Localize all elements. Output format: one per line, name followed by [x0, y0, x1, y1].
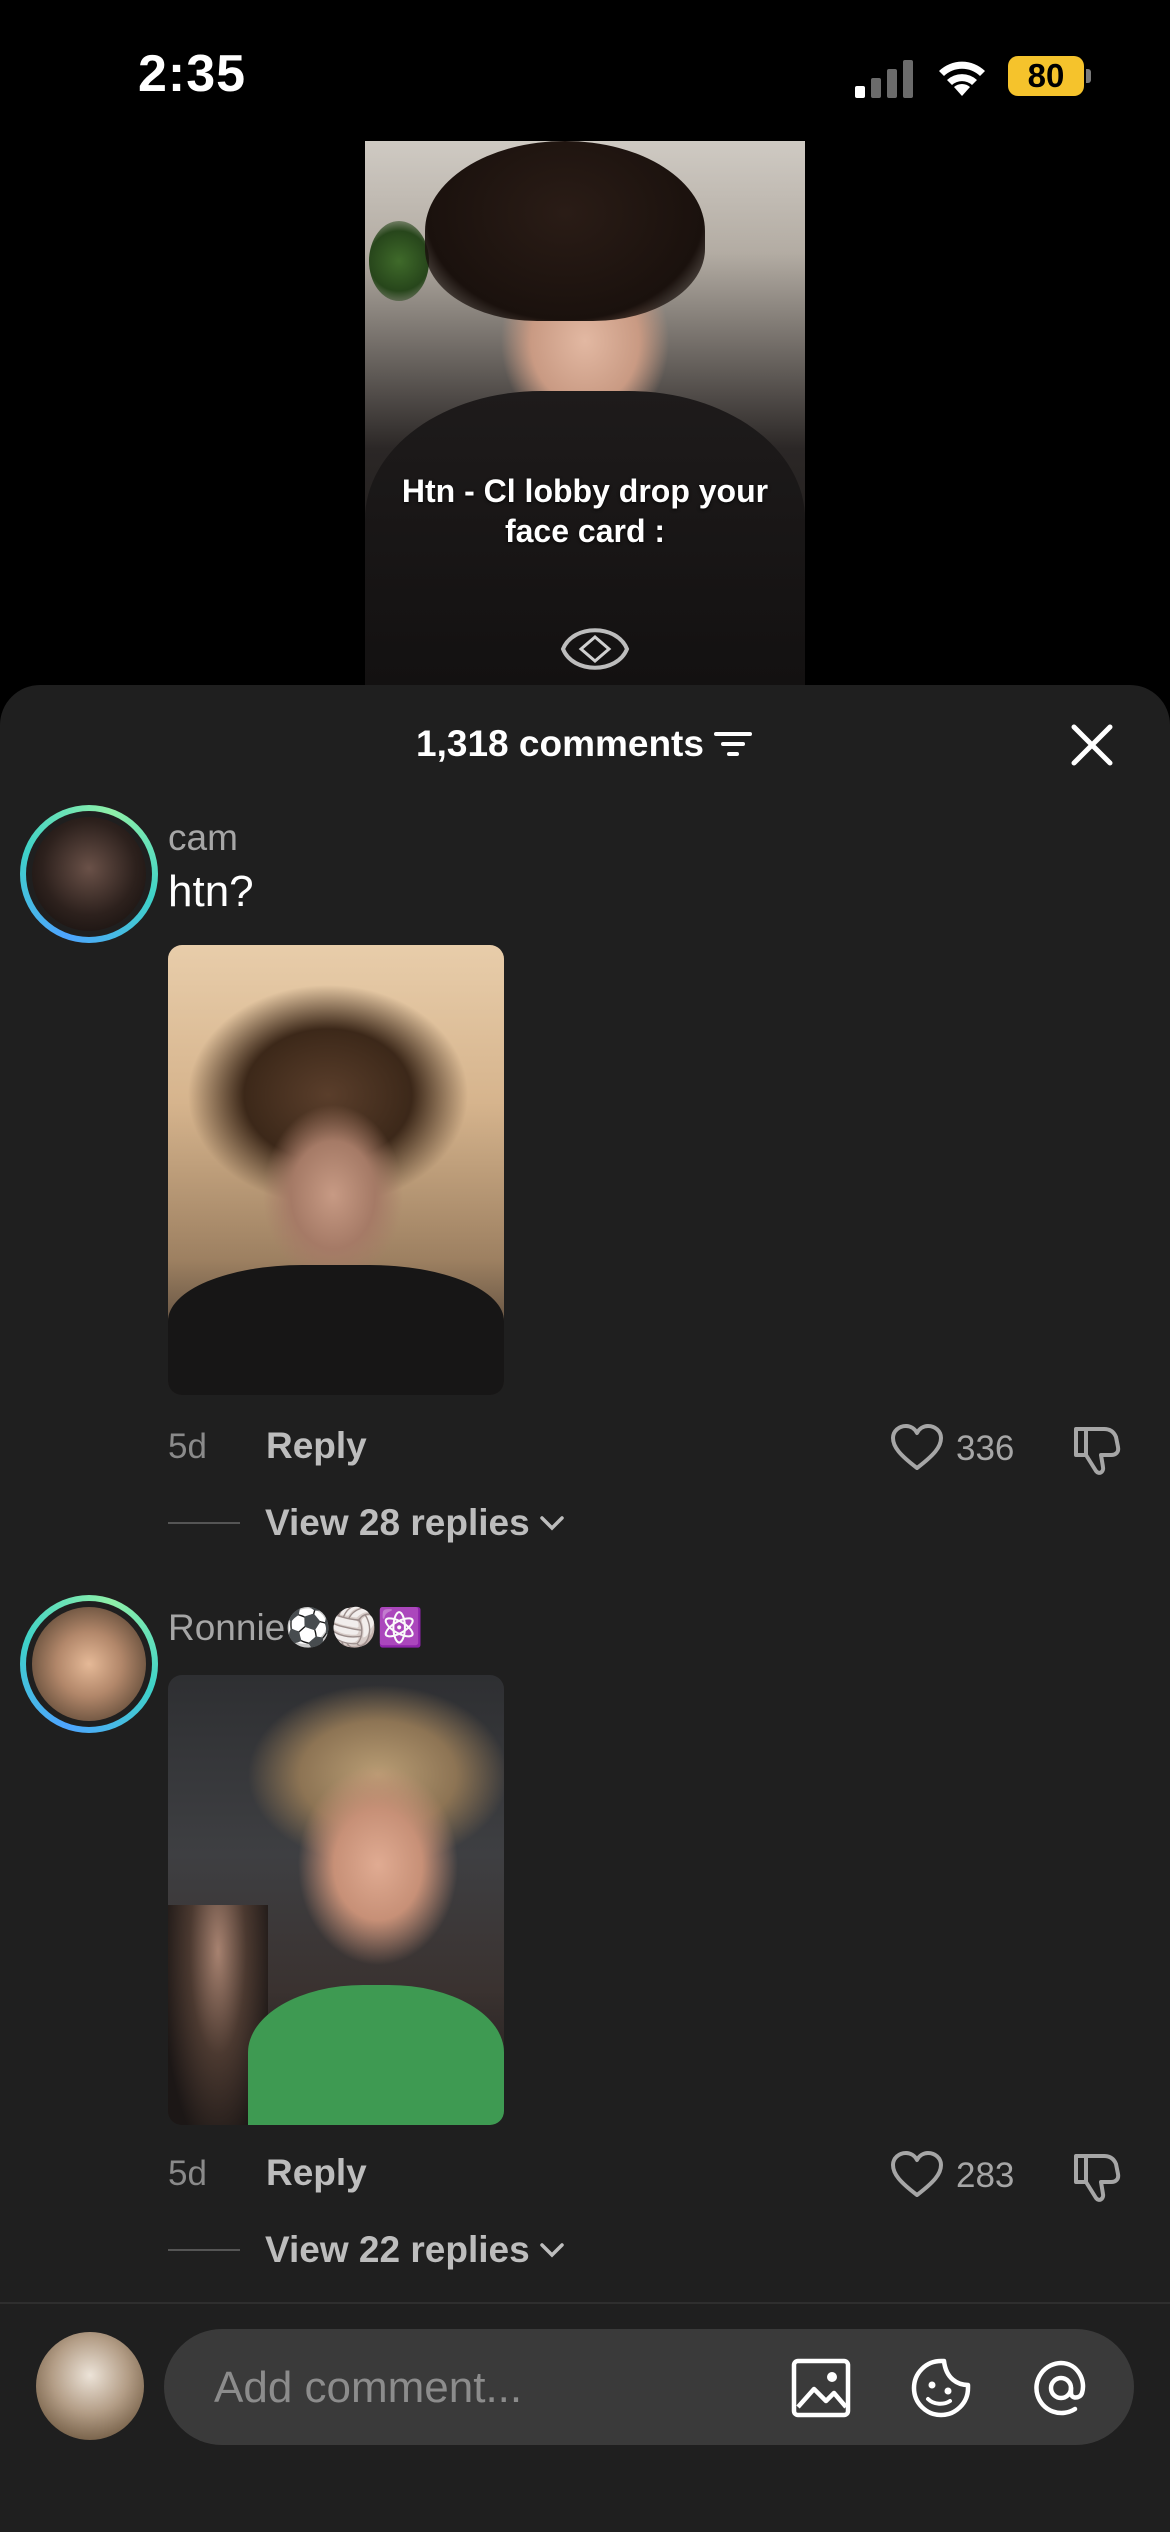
- image-icon[interactable]: [790, 2357, 852, 2419]
- thumbs-down-icon[interactable]: [1070, 2150, 1126, 2204]
- battery-level: 80: [1027, 57, 1065, 94]
- comment-item: Ronnie⚽🏐⚛️ 5d Reply 283 View 22 replies: [0, 1595, 1170, 2295]
- video-preview[interactable]: Htn - Cl lobby drop your face card :: [365, 141, 805, 701]
- battery-indicator: 80: [1008, 56, 1091, 96]
- comment-item: cam htn? 5d Reply 336 View 28 replies: [0, 805, 1170, 1543]
- sticker-icon[interactable]: [910, 2357, 972, 2419]
- comment-count-label: 1,318 comments: [416, 723, 704, 764]
- like-count: 283: [956, 2156, 1015, 2195]
- tiktok-comments-screen: 2:35 80 Htn - Cl lobby drop your face ca…: [0, 0, 1170, 2532]
- mention-icon[interactable]: [1030, 2357, 1092, 2419]
- heart-icon[interactable]: [890, 1423, 944, 1473]
- like-count: 336: [956, 1429, 1015, 1468]
- reply-button[interactable]: Reply: [266, 1425, 367, 1467]
- status-bar: 2:35 80: [0, 0, 1170, 140]
- comment-input[interactable]: Add comment...: [164, 2329, 1134, 2445]
- hoodie-logo-icon: [560, 628, 630, 670]
- comment-text: htn?: [168, 867, 254, 916]
- view-replies-button[interactable]: View 22 replies: [168, 2225, 566, 2275]
- wifi-icon: [939, 61, 985, 96]
- comment-username[interactable]: cam: [168, 817, 238, 859]
- view-replies-label: View 28 replies: [265, 1502, 530, 1543]
- filter-icon[interactable]: [713, 729, 754, 759]
- comment-age: 5d: [168, 2154, 207, 2193]
- comment-username[interactable]: Ronnie⚽🏐⚛️: [168, 1607, 423, 1650]
- comment-input-bar: Add comment...: [0, 2302, 1170, 2532]
- comment-actions: 5d Reply 283: [168, 2150, 1128, 2202]
- user-avatar[interactable]: [36, 2332, 144, 2440]
- status-time: 2:35: [138, 45, 247, 103]
- comment-input-placeholder: Add comment...: [214, 2363, 523, 2412]
- chevron-down-icon: [539, 2243, 564, 2258]
- chevron-down-icon: [539, 1516, 564, 1531]
- comment-count: 1,318 comments: [0, 723, 1170, 765]
- avatar[interactable]: [20, 1595, 158, 1733]
- comment-age: 5d: [168, 1427, 207, 1466]
- close-icon[interactable]: [1068, 721, 1116, 769]
- signal-icon: [855, 60, 913, 98]
- comment-actions: 5d Reply 336: [168, 1423, 1128, 1475]
- reply-button[interactable]: Reply: [266, 2152, 367, 2194]
- avatar[interactable]: [20, 805, 158, 943]
- comment-photo[interactable]: [168, 1675, 504, 2125]
- comment-photo[interactable]: [168, 945, 504, 1395]
- view-replies-button[interactable]: View 28 replies: [168, 1498, 566, 1548]
- thumbs-down-icon[interactable]: [1070, 1423, 1126, 1477]
- video-caption: Htn - Cl lobby drop your face card :: [401, 473, 769, 549]
- heart-icon[interactable]: [890, 2150, 944, 2200]
- comments-sheet: 1,318 comments cam htn? 5d Reply 336 Vie…: [0, 685, 1170, 2532]
- view-replies-label: View 22 replies: [265, 2229, 530, 2270]
- comments-header: 1,318 comments: [0, 685, 1170, 805]
